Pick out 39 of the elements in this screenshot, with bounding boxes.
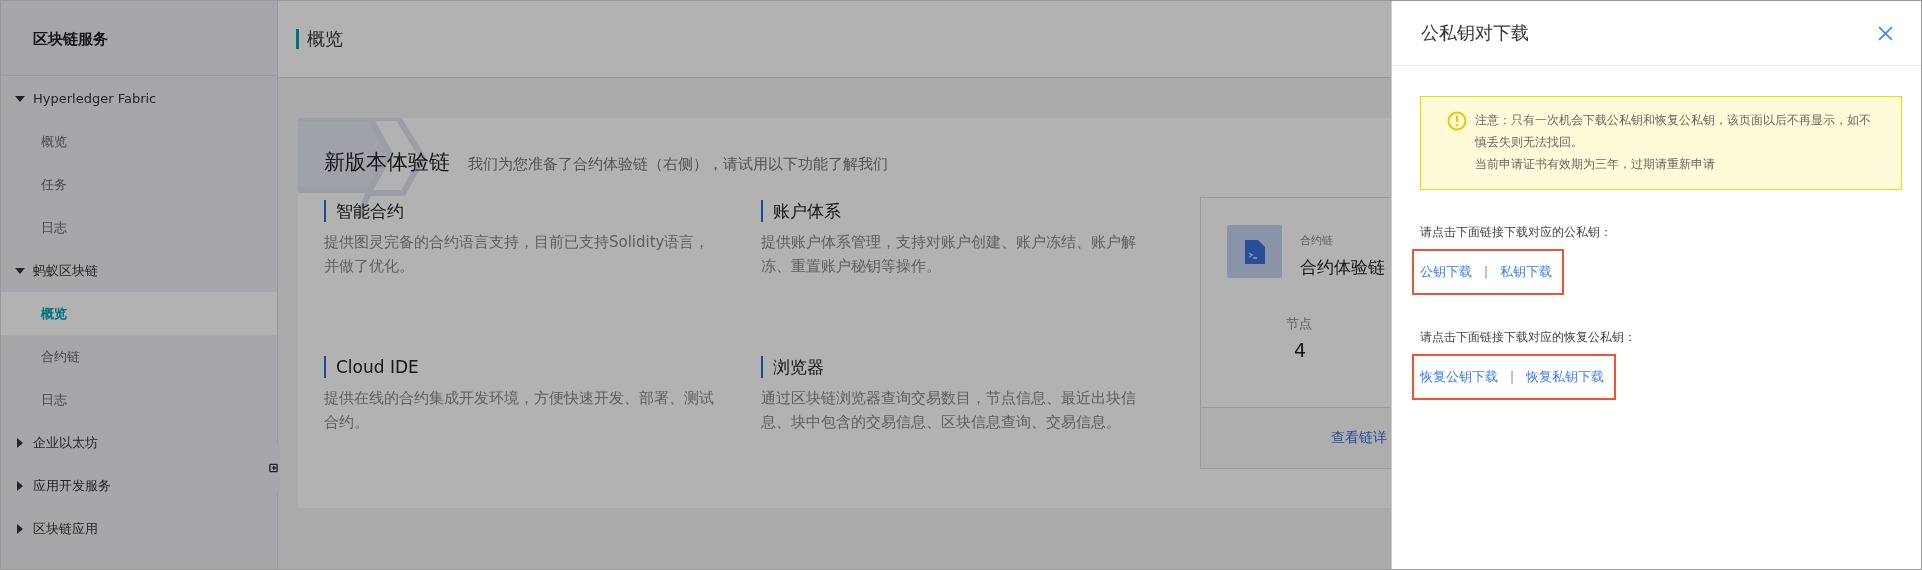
separator: |: [1510, 370, 1515, 384]
warning-icon: [1447, 111, 1467, 131]
intro-title: 新版本体验链: [324, 149, 450, 176]
feature-description: 提供在线的合约集成开发环境，方便快速开发、部署、测试合约。: [324, 387, 715, 433]
sidebar-group[interactable]: 区块链应用: [1, 507, 277, 550]
stat-label: 节点: [1286, 315, 1313, 333]
download-link[interactable]: 恢复私钥下载: [1526, 368, 1605, 386]
feature-description: 提供图灵完备的合约语言支持，目前已支持Solidity语言，并做了优化。: [324, 232, 711, 277]
feature-title: 账户体系: [761, 200, 1161, 222]
feature-description: 提供账户体系管理，支持对账户创建、账户冻结、账户解冻、重置账户秘钥等操作。: [761, 232, 1137, 277]
chain-name: 合约体验链: [1300, 256, 1385, 279]
feature-title: Cloud IDE: [324, 355, 761, 378]
sidebar-item[interactable]: 日志: [1, 378, 277, 421]
document-icon: [1227, 225, 1282, 278]
download-link[interactable]: 恢复公钥下载: [1420, 368, 1498, 386]
notice-text: 当前申请证书有效期为三年，过期请重新申请: [1475, 156, 1716, 173]
feature-description: 通过区块链浏览器查询交易数目，节点信息、最近出块信息、块中包含的交易信息、区块信息查询、交易信息。: [761, 387, 1137, 433]
sidebar-title: 区块链服务: [1, 1, 277, 76]
sidebar-item[interactable]: 概览: [1, 120, 277, 163]
sidebar-group[interactable]: Hyperledger Fabric: [1, 77, 277, 120]
chain-details-link[interactable]: 查看链详: [1331, 429, 1387, 447]
feature-title: 浏览器: [761, 355, 1161, 378]
drawer-title: 公私钥对下载: [1421, 21, 1529, 45]
chain-label: 合约链: [1300, 233, 1334, 248]
download-link[interactable]: 公钥下载: [1420, 263, 1472, 281]
sidebar-item[interactable]: 任务: [1, 163, 277, 206]
download-link[interactable]: 私钥下载: [1500, 263, 1553, 281]
intro-subtitle: 我们为您准备了合约体验链（右侧），请试用以下功能了解我们: [468, 155, 888, 174]
sidebar-item[interactable]: 概览: [1, 292, 277, 335]
sidebar-item[interactable]: 日志: [1, 206, 277, 249]
separator: |: [1484, 265, 1489, 279]
download-prompt: 请点击下面链接下载对应的公私钥：: [1420, 224, 1613, 241]
download-prompt: 请点击下面链接下载对应的恢复公私钥：: [1420, 329, 1637, 346]
feature-title: 智能合约: [324, 200, 761, 222]
sidebar-group[interactable]: 蚂蚁区块链: [1, 249, 277, 292]
notice-text: 注意：只有一次机会下载公私钥和恢复公私钥，该页面以后不再显示，如不慎丢失则无法找回。: [1475, 112, 1872, 151]
stat-value: 4: [1294, 339, 1308, 361]
page-title: 概览: [296, 29, 343, 49]
sidebar-item[interactable]: 合约链: [1, 335, 277, 378]
